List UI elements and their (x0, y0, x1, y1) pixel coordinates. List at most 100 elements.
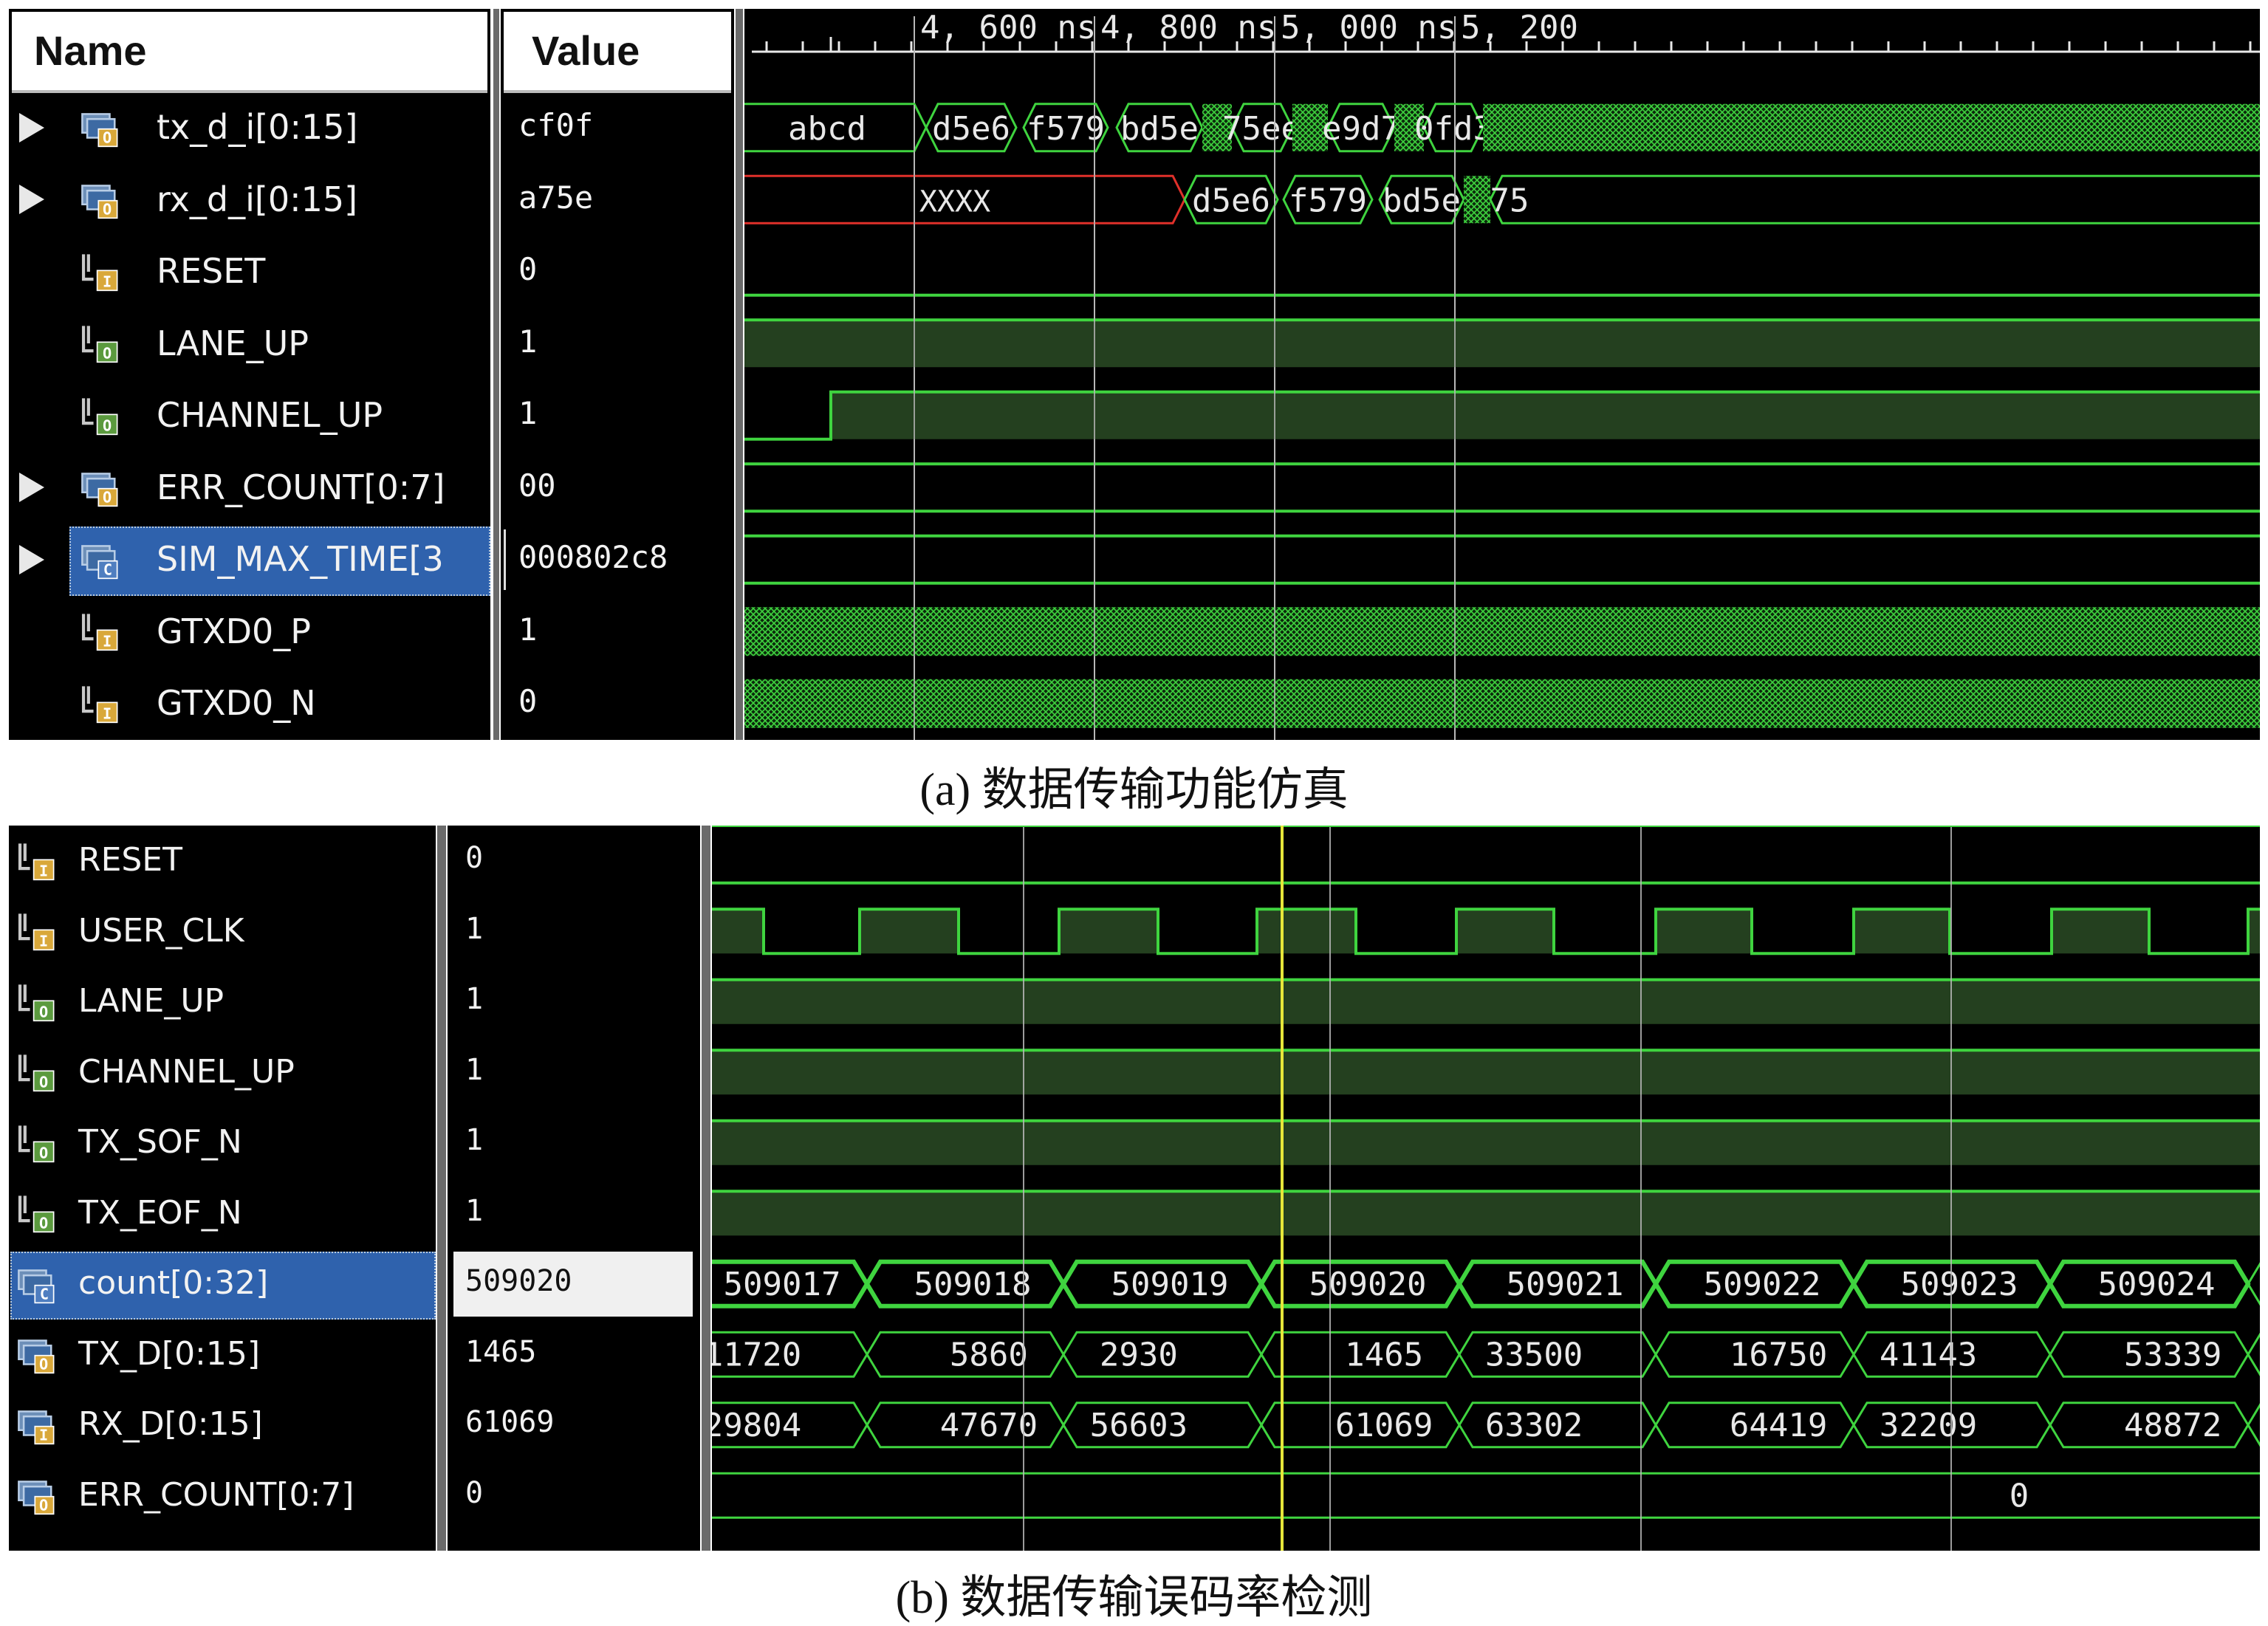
bus-value-label: bd5e (1120, 110, 1199, 148)
column-splitter[interactable] (437, 826, 446, 1551)
bus-value-label: 1465 (1345, 1336, 1423, 1373)
value-column-header[interactable]: Value (504, 12, 731, 93)
signal-value-row[interactable]: 000802c8 (501, 524, 734, 596)
signal-value: a75e (518, 179, 594, 216)
bus-value-label: 2930 (1100, 1336, 1178, 1373)
svg-text:O: O (39, 1003, 48, 1020)
signal-value-row[interactable]: 1465 (448, 1320, 700, 1390)
clock-high-fill (2052, 909, 2149, 954)
svg-text:O: O (103, 201, 112, 219)
bus-value-label: 16750 (1730, 1336, 1827, 1373)
signal-value: 1465 (465, 1334, 537, 1369)
signal-row[interactable]: Otx_d_i[0:15] (9, 92, 490, 164)
signal-value: 000802c8 (518, 539, 668, 576)
name-column-header[interactable]: Name (12, 12, 487, 93)
signal-value-row[interactable]: 1 (448, 1179, 700, 1249)
bus-value-label: 53339 (2124, 1336, 2221, 1373)
signal-value-row[interactable]: 1 (448, 1108, 700, 1179)
signal-name: TX_EOF_N (78, 1193, 242, 1232)
signal-row[interactable]: Orx_d_i[0:15] (9, 164, 490, 236)
signal-name: GTXD0_N (157, 683, 316, 724)
bus-segment (2247, 1354, 2260, 1376)
clock-high-fill (2248, 909, 2260, 954)
signal-name: tx_d_i[0:15] (157, 107, 358, 148)
signal-row[interactable]: I RESET (9, 826, 436, 896)
waveform-view[interactable]: 4, 600 ns 4, 800 ns 5, 000 ns 5, 200 abcd d5e… (744, 9, 2260, 740)
clock-high-fill (860, 909, 959, 954)
bus-segment (2247, 1262, 2260, 1285)
column-splitter[interactable] (736, 9, 743, 740)
bus-value-label: 11720 (712, 1336, 801, 1373)
svg-text:O: O (39, 1356, 48, 1373)
svg-text:C: C (40, 1285, 49, 1303)
bus-value-label: 509022 (1704, 1266, 1821, 1303)
expand-arrow-icon[interactable] (19, 112, 44, 143)
clock-high-fill (1257, 909, 1356, 954)
signal-value: cf0f (518, 107, 594, 144)
output-wire-icon: O (16, 1052, 56, 1096)
bus-value-label: f579 (1027, 110, 1105, 148)
signal-value: 1 (465, 1193, 484, 1228)
signal-value-row[interactable]: 1 (448, 1037, 700, 1108)
waveform-view[interactable]: 509017 509018 509019 509020 509021 509022 5090… (712, 826, 2260, 1551)
column-splitter[interactable] (702, 826, 710, 1551)
signal-value-row[interactable]: 0 (501, 236, 734, 308)
wave-high-fill (712, 1120, 2260, 1165)
svg-text:I: I (103, 633, 112, 651)
svg-text:O: O (39, 1144, 48, 1162)
signal-row[interactable]: O LANE_UP (9, 967, 436, 1037)
bus-value-label: 509020 (1309, 1266, 1427, 1303)
signal-row[interactable]: O LANE_UP (9, 308, 490, 380)
signal-row[interactable]: I RX_D[0:15] (9, 1390, 436, 1461)
signal-name: RESET (157, 251, 266, 292)
signal-value-row[interactable]: 1 (501, 380, 734, 452)
signal-row[interactable]: O ERR_COUNT[0:7] (9, 1461, 436, 1531)
signal-name: rx_d_i[0:15] (157, 179, 358, 219)
waveform-canvas[interactable]: 4, 600 ns 4, 800 ns 5, 000 ns 5, 200 abcd d5e… (744, 9, 2260, 740)
bus-value-label: 33500 (1485, 1336, 1583, 1373)
signal-value-row[interactable]: 61069 (448, 1390, 700, 1461)
signal-value: 1 (518, 395, 538, 432)
signal-value-row[interactable]: 0 (501, 668, 734, 740)
name-header-label: Name (34, 27, 147, 74)
signal-value: 0 (465, 1475, 484, 1510)
signal-value: 61069 (465, 1405, 555, 1440)
signal-value-row[interactable]: 0 (448, 826, 700, 896)
signal-row[interactable]: O CHANNEL_UP (9, 380, 490, 452)
output-wire-icon: O (80, 396, 120, 439)
bus-value-label: 61069 (1335, 1407, 1433, 1444)
signal-value-row[interactable]: 1 (448, 896, 700, 967)
signal-row[interactable]: O TX_SOF_N (9, 1108, 436, 1179)
hatch-fill (1464, 176, 1490, 224)
expand-arrow-icon[interactable] (19, 473, 44, 503)
bus-value-label: 32209 (1880, 1407, 1977, 1444)
signal-value-row[interactable]: 00 (501, 452, 734, 524)
signal-value-row[interactable]: cf0f (501, 92, 734, 164)
signal-value-row[interactable]: a75e (501, 164, 734, 236)
column-splitter[interactable] (493, 9, 499, 740)
signal-row[interactable]: Ccount[0:32] (9, 1249, 436, 1320)
signal-row[interactable]: O TX_EOF_N (9, 1179, 436, 1249)
signal-name: RX_D[0:15] (78, 1405, 263, 1444)
waveform-canvas[interactable]: 509017 509018 509019 509020 509021 509022 5090… (712, 826, 2260, 1551)
signal-row[interactable]: I GTXD0_N (9, 668, 490, 740)
signal-row[interactable]: O ERR_COUNT[0:7] (9, 452, 490, 524)
bus-value-label: 509019 (1111, 1266, 1229, 1303)
signal-row[interactable]: C SIM_MAX_TIME[3 (9, 524, 490, 596)
expand-arrow-icon[interactable] (19, 544, 44, 574)
signal-row[interactable]: O CHANNEL_UP (9, 1037, 436, 1108)
signal-value-row[interactable]: 509020 (448, 1249, 700, 1320)
bus-segment (2247, 1424, 2260, 1447)
signal-row[interactable]: I USER_CLK (9, 896, 436, 967)
signal-value-row[interactable]: 0 (448, 1461, 700, 1531)
signal-value-row[interactable]: 1 (448, 967, 700, 1037)
bus-value-label: 75ee (1222, 110, 1301, 148)
signal-row[interactable]: I RESET (9, 236, 490, 308)
undefined-value-label: XXXX (919, 185, 990, 219)
expand-arrow-icon[interactable] (19, 185, 44, 215)
signal-value-row[interactable]: 1 (501, 596, 734, 668)
toggling-signal-hatch (744, 607, 2260, 656)
signal-row[interactable]: O TX_D[0:15] (9, 1320, 436, 1390)
signal-row[interactable]: I GTXD0_P (9, 596, 490, 668)
signal-value-row[interactable]: 1 (501, 308, 734, 380)
